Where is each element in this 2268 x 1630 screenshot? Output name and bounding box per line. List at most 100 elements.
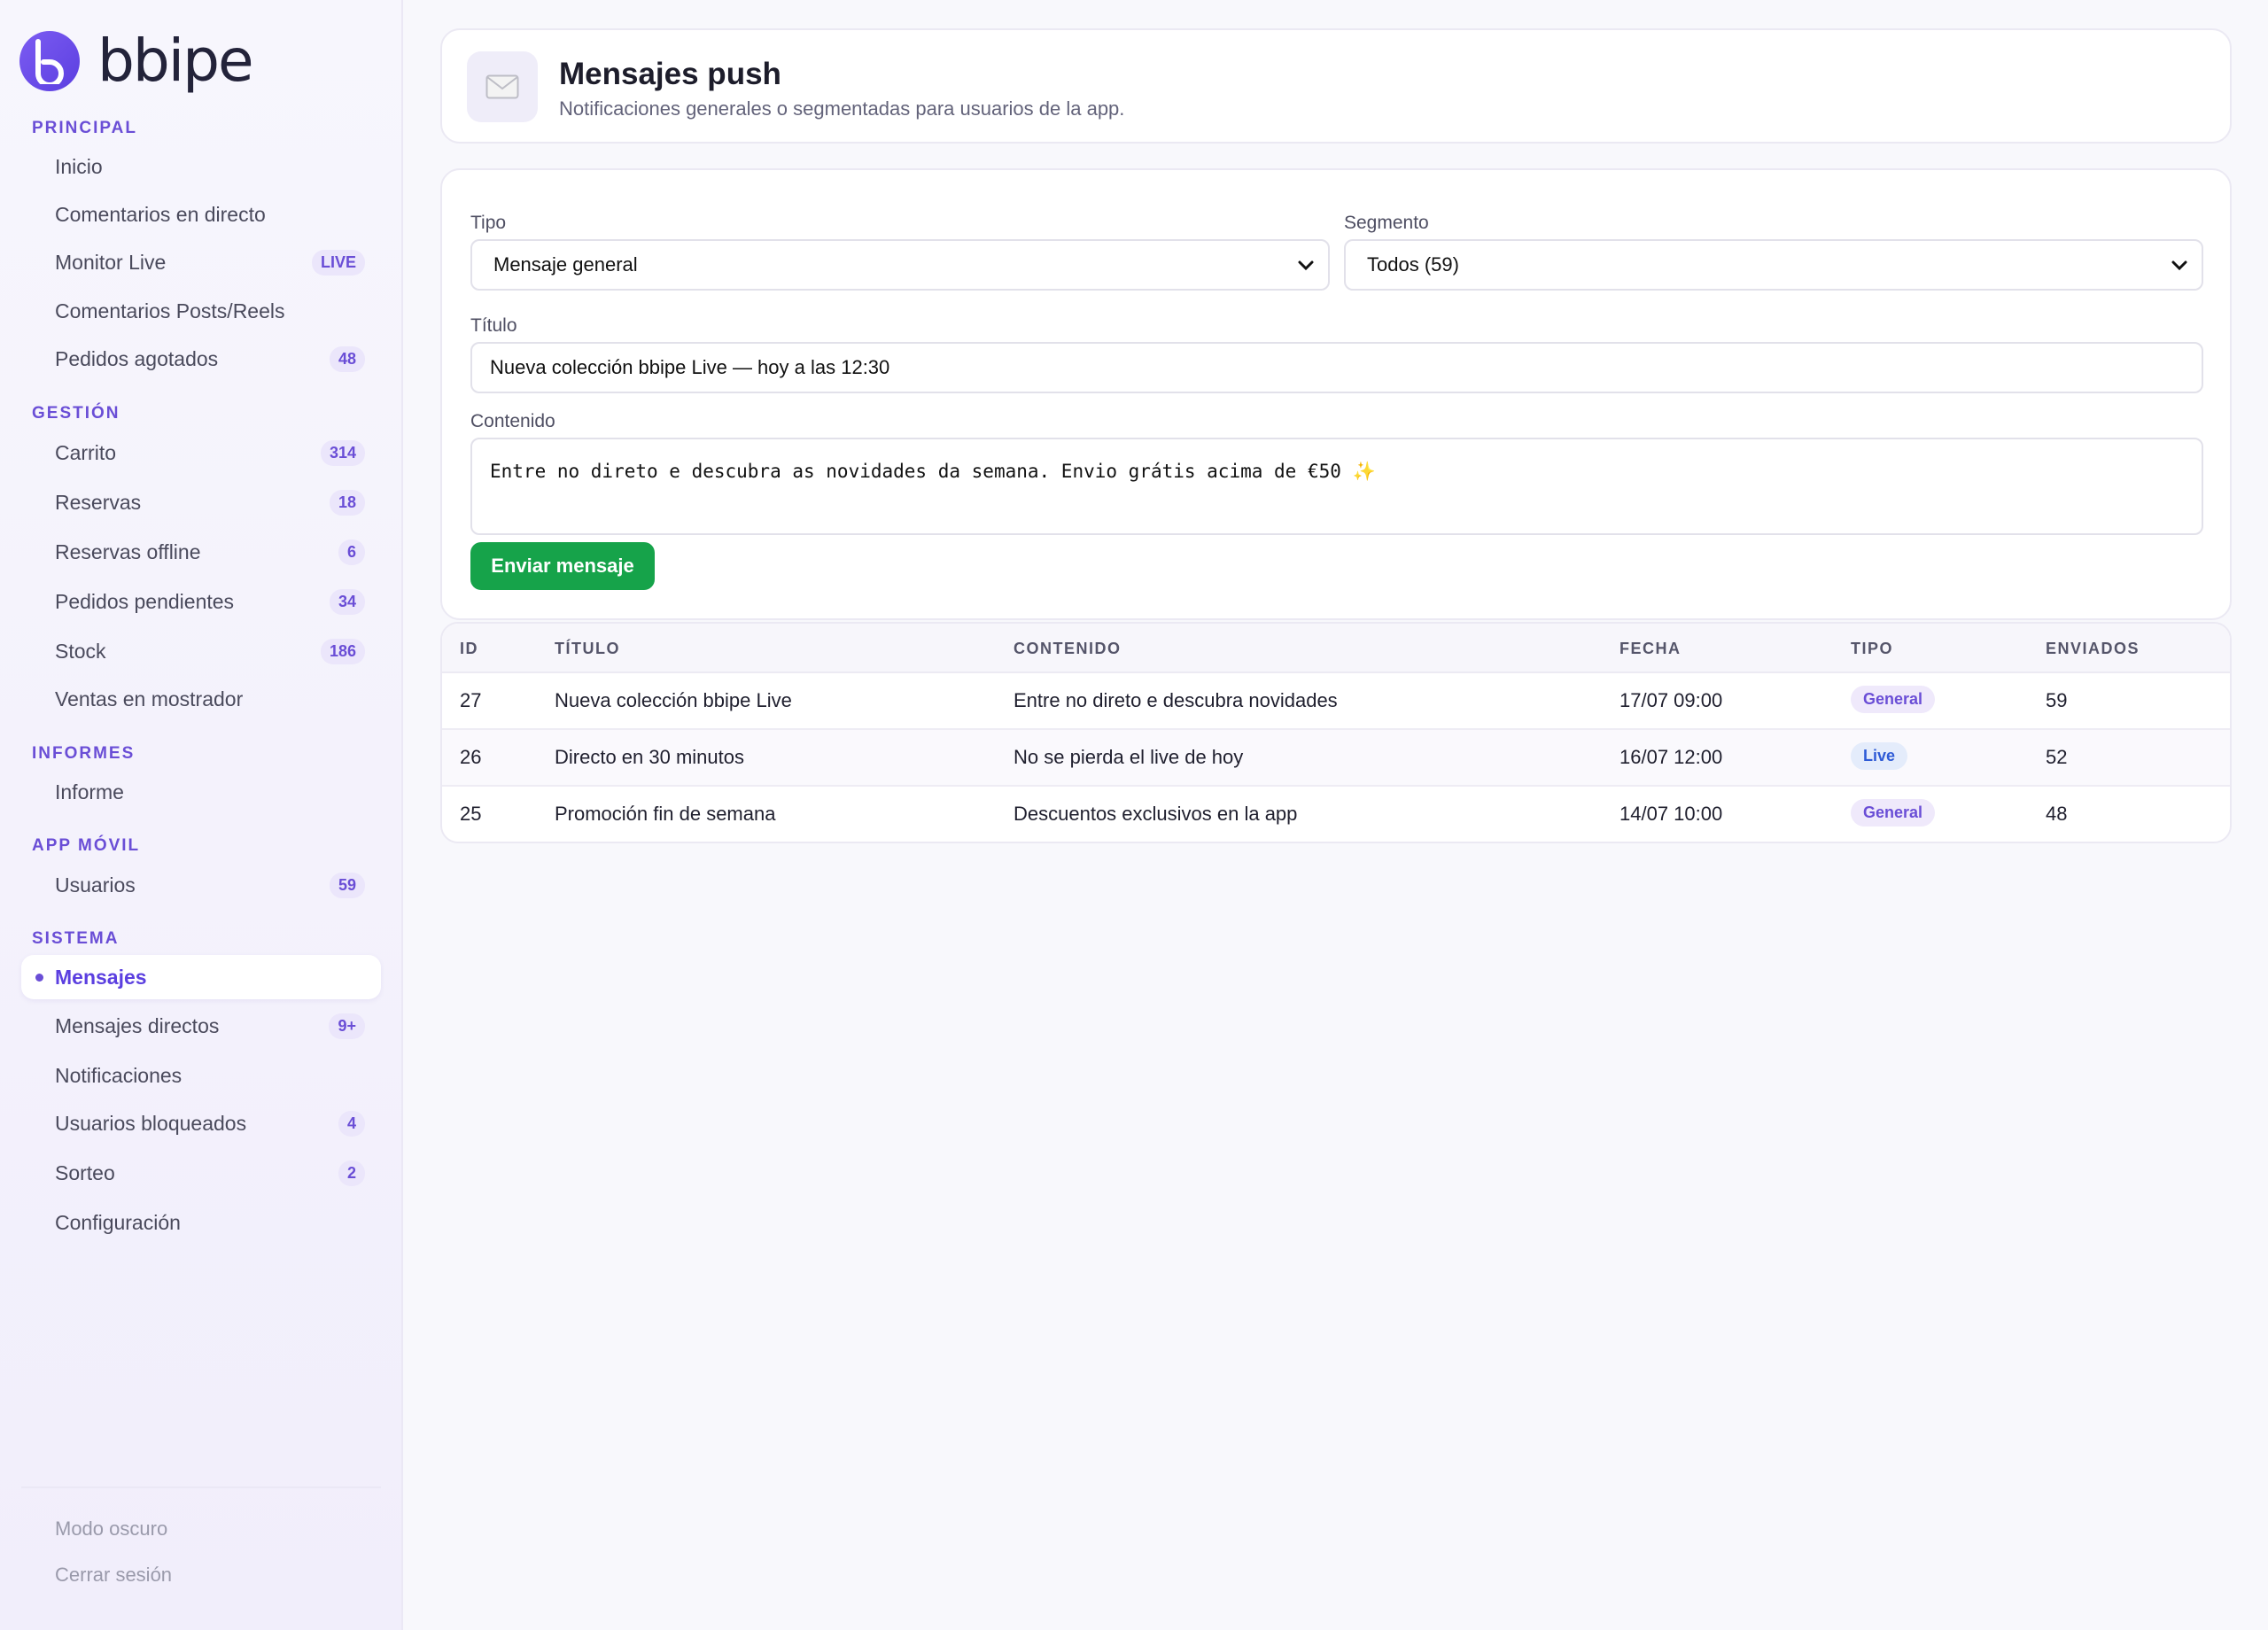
count-badge: 186 [320, 638, 365, 664]
sidebar-item-label: Usuarios bloqueados [55, 1111, 247, 1135]
brand-name: bbipe [97, 27, 254, 95]
cell-enviados: 59 [2046, 689, 2068, 711]
sidebar-item-sorteo[interactable]: Sorteo 2 [21, 1151, 381, 1195]
sidebar-divider [21, 1486, 381, 1488]
message-form: Tipo Mensaje general Segmento Todos (59)… [440, 168, 2232, 620]
page-header: Mensajes push Notificaciones generales o… [440, 28, 2232, 144]
nav-section-informes: INFORMES [32, 744, 136, 763]
column-header-tipo[interactable]: TIPO [1851, 640, 1893, 658]
count-badge: 9+ [329, 1013, 365, 1039]
type-badge: General [1851, 686, 1936, 713]
count-badge: 59 [329, 872, 365, 898]
nav-section-gestion: GESTIÓN [32, 404, 120, 423]
segmento-label: Segmento [1344, 213, 1429, 233]
sidebar-item-label: Usuarios [55, 873, 136, 896]
sidebar-item-pedidos-agotados[interactable]: Pedidos agotados 48 [21, 337, 381, 381]
type-badge: Live [1851, 742, 1908, 770]
cell-titulo: Promoción fin de semana [555, 803, 776, 825]
chevron-down-icon [2171, 260, 2187, 271]
sidebar: bbipe PRINCIPAL Inicio Comentarios en di… [0, 0, 403, 1630]
cell-id: 26 [460, 746, 482, 768]
table-row[interactable]: 26 Directo en 30 minutos No se pierda el… [442, 730, 2230, 787]
cell-enviados: 52 [2046, 746, 2068, 768]
sidebar-item-label: Carrito [55, 440, 117, 464]
cell-contenido: Entre no direto e descubra novidades [1014, 689, 1338, 711]
sidebar-item-comentarios-posts[interactable]: Comentarios Posts/Reels [21, 289, 381, 333]
chevron-down-icon [1298, 260, 1314, 271]
page-subtitle: Notificaciones generales o segmentadas p… [559, 97, 1125, 120]
cell-fecha: 14/07 10:00 [1619, 803, 1723, 825]
table-row[interactable]: 25 Promoción fin de semana Descuentos ex… [442, 787, 2230, 842]
sidebar-item-pedidos-pendientes[interactable]: Pedidos pendientes 34 [21, 579, 381, 624]
sidebar-item-informe[interactable]: Informe [21, 770, 381, 814]
segmento-select[interactable]: Todos (59) [1344, 239, 2203, 291]
send-message-button[interactable]: Enviar mensaje [470, 542, 655, 590]
count-badge: 48 [329, 345, 365, 372]
column-header-contenido[interactable]: CONTENIDO [1014, 640, 1122, 658]
cell-titulo: Directo en 30 minutos [555, 746, 744, 768]
sidebar-item-label: Mensajes [55, 965, 147, 989]
sidebar-item-ventas-mostrador[interactable]: Ventas en mostrador [21, 677, 381, 721]
column-header-fecha[interactable]: FECHA [1619, 640, 1682, 658]
sidebar-item-label: Pedidos agotados [55, 346, 219, 370]
sidebar-item-mensajes-directos[interactable]: Mensajes directos 9+ [21, 1004, 381, 1048]
count-badge: 314 [320, 439, 365, 466]
count-badge: 4 [338, 1110, 365, 1137]
sidebar-item-label: Configuración [55, 1210, 181, 1234]
logout-link[interactable]: Cerrar sesión [55, 1564, 172, 1587]
nav-section-principal: PRINCIPAL [32, 119, 137, 137]
sidebar-item-reservas[interactable]: Reservas 18 [21, 480, 381, 524]
segmento-select-value: Todos (59) [1367, 253, 1459, 276]
count-badge: 2 [338, 1160, 365, 1186]
titulo-input[interactable]: Nueva colección bbipe Live — hoy a las 1… [470, 342, 2203, 393]
sidebar-item-configuracion[interactable]: Configuración [21, 1200, 381, 1245]
contenido-textarea[interactable]: Entre no direto e descubra as novidades … [470, 438, 2203, 535]
sidebar-item-reservas-offline[interactable]: Reservas offline 6 [21, 530, 381, 574]
tipo-label: Tipo [470, 213, 507, 233]
table-row[interactable]: 27 Nueva colección bbipe Live Entre no d… [442, 673, 2230, 730]
sidebar-item-label: Inicio [55, 154, 103, 178]
column-header-id[interactable]: ID [460, 640, 478, 658]
cell-contenido: Descuentos exclusivos en la app [1014, 803, 1298, 825]
sidebar-item-label: Comentarios en directo [55, 202, 266, 226]
sidebar-item-carrito[interactable]: Carrito 314 [21, 431, 381, 475]
messages-table: ID TÍTULO CONTENIDO FECHA TIPO ENVIADOS … [440, 622, 2232, 843]
sidebar-item-label: Notificaciones [55, 1063, 183, 1087]
page-title: Mensajes push [559, 57, 781, 91]
sidebar-item-label: Comentarios Posts/Reels [55, 299, 285, 322]
cell-id: 25 [460, 803, 482, 825]
column-header-enviados[interactable]: ENVIADOS [2046, 640, 2140, 658]
brand-logo-icon [19, 31, 80, 91]
sidebar-item-stock[interactable]: Stock 186 [21, 629, 381, 673]
sidebar-item-usuarios-bloqueados[interactable]: Usuarios bloqueados 4 [21, 1101, 381, 1145]
cell-fecha: 16/07 12:00 [1619, 746, 1723, 768]
sidebar-item-comentarios-directo[interactable]: Comentarios en directo [21, 192, 381, 237]
titulo-label: Título [470, 315, 517, 336]
sidebar-item-label: Mensajes directos [55, 1013, 220, 1037]
sidebar-item-notificaciones[interactable]: Notificaciones [21, 1053, 381, 1098]
sidebar-item-label: Monitor Live [55, 250, 167, 274]
count-badge: 18 [329, 489, 365, 516]
sidebar-item-label: Sorteo [55, 1160, 115, 1184]
cell-titulo: Nueva colección bbipe Live [555, 689, 792, 711]
nav-section-app-movil: APP MÓVIL [32, 836, 141, 855]
dark-mode-toggle[interactable]: Modo oscuro [55, 1517, 167, 1541]
sidebar-item-label: Reservas [55, 490, 142, 514]
sidebar-item-label: Informe [55, 780, 124, 803]
brand[interactable]: bbipe [19, 27, 254, 95]
count-badge: 34 [329, 588, 365, 615]
sidebar-item-mensajes[interactable]: Mensajes [21, 955, 381, 999]
column-header-titulo[interactable]: TÍTULO [555, 640, 620, 658]
contenido-label: Contenido [470, 411, 555, 431]
cell-contenido: No se pierda el live de hoy [1014, 746, 1244, 768]
sidebar-item-inicio[interactable]: Inicio [21, 144, 381, 189]
tipo-select[interactable]: Mensaje general [470, 239, 1330, 291]
count-badge: 6 [338, 539, 365, 565]
sidebar-item-label: Stock [55, 639, 106, 663]
sidebar-item-monitor-live[interactable]: Monitor Live LIVE [21, 240, 381, 284]
type-badge: General [1851, 799, 1936, 827]
sidebar-item-label: Pedidos pendientes [55, 589, 235, 613]
table-header: ID TÍTULO CONTENIDO FECHA TIPO ENVIADOS [442, 624, 2230, 673]
cell-id: 27 [460, 689, 482, 711]
sidebar-item-usuarios[interactable]: Usuarios 59 [21, 863, 381, 907]
